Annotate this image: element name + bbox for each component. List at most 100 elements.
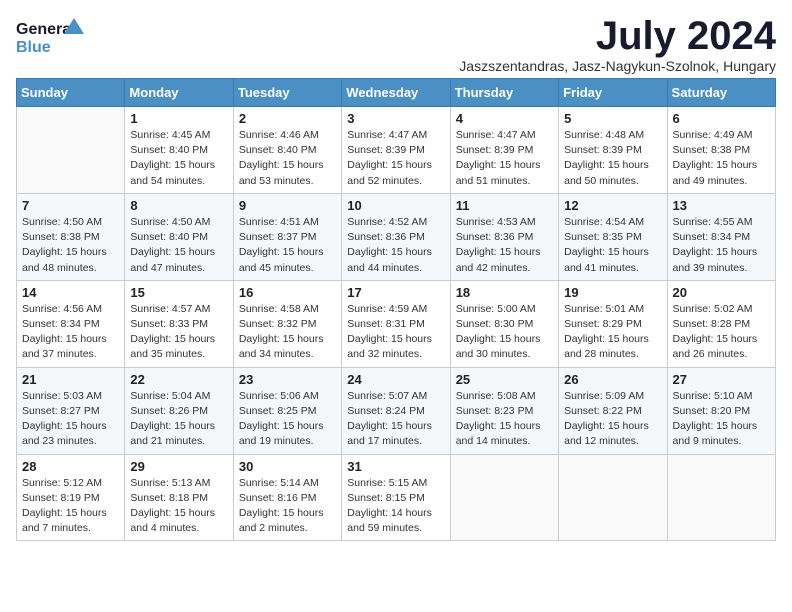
day-number: 17 — [347, 285, 444, 300]
sunset-text: Sunset: 8:40 PM — [130, 230, 227, 245]
day-number: 8 — [130, 198, 227, 213]
day-info: Sunrise: 5:07 AMSunset: 8:24 PMDaylight:… — [347, 389, 444, 450]
day-info: Sunrise: 4:51 AMSunset: 8:37 PMDaylight:… — [239, 215, 336, 276]
sunset-text: Sunset: 8:31 PM — [347, 317, 444, 332]
daylight-text: Daylight: 15 hours and 19 minutes. — [239, 419, 336, 449]
day-info: Sunrise: 4:58 AMSunset: 8:32 PMDaylight:… — [239, 302, 336, 363]
col-header-saturday: Saturday — [667, 79, 775, 107]
day-cell — [450, 454, 558, 541]
day-cell: 4Sunrise: 4:47 AMSunset: 8:39 PMDaylight… — [450, 107, 558, 194]
day-cell: 10Sunrise: 4:52 AMSunset: 8:36 PMDayligh… — [342, 193, 450, 280]
day-cell: 17 Sunrise: 4:59 AMSunset: 8:31 PMDayligh… — [342, 280, 450, 367]
sunrise-text: Sunrise: 5:10 AM — [673, 389, 770, 404]
daylight-text: Daylight: 15 hours and 17 minutes. — [347, 419, 444, 449]
calendar-table: SundayMondayTuesdayWednesdayThursdayFrid… — [16, 78, 776, 541]
col-header-tuesday: Tuesday — [233, 79, 341, 107]
day-cell: 25Sunrise: 5:08 AMSunset: 8:23 PMDayligh… — [450, 367, 558, 454]
svg-text:General: General — [16, 21, 76, 38]
daylight-text: Daylight: 15 hours and 51 minutes. — [456, 158, 553, 188]
day-cell: 3Sunrise: 4:47 AMSunset: 8:39 PMDaylight… — [342, 107, 450, 194]
sunrise-text: Sunrise: 5:08 AM — [456, 389, 553, 404]
logo-svg: GeneralBlue — [16, 16, 86, 58]
day-info: Sunrise: 4:52 AMSunset: 8:36 PMDaylight:… — [347, 215, 444, 276]
sunset-text: Sunset: 8:27 PM — [22, 404, 119, 419]
day-info: Sunrise: 4:54 AMSunset: 8:35 PMDaylight:… — [564, 215, 661, 276]
col-header-monday: Monday — [125, 79, 233, 107]
day-cell: 6Sunrise: 4:49 AMSunset: 8:38 PMDaylight… — [667, 107, 775, 194]
day-info: Sunrise: 4:59 AMSunset: 8:31 PMDaylight:… — [347, 302, 444, 363]
day-info: Sunrise: 4:56 AMSunset: 8:34 PMDaylight:… — [22, 302, 119, 363]
day-cell: 16 Sunrise: 4:58 AMSunset: 8:32 PMDayligh… — [233, 280, 341, 367]
day-info: Sunrise: 5:02 AMSunset: 8:28 PMDaylight:… — [673, 302, 770, 363]
sunrise-text: Sunrise: 4:50 AM — [130, 215, 227, 230]
day-cell — [17, 107, 125, 194]
day-info: Sunrise: 4:50 AMSunset: 8:38 PMDaylight:… — [22, 215, 119, 276]
sunrise-text: Sunrise: 5:03 AM — [22, 389, 119, 404]
day-info: Sunrise: 5:04 AMSunset: 8:26 PMDaylight:… — [130, 389, 227, 450]
day-info: Sunrise: 4:47 AMSunset: 8:39 PMDaylight:… — [347, 128, 444, 189]
sunset-text: Sunset: 8:20 PM — [673, 404, 770, 419]
sunrise-text: Sunrise: 4:51 AM — [239, 215, 336, 230]
sunrise-text: Sunrise: 4:46 AM — [239, 128, 336, 143]
day-number: 1 — [130, 111, 227, 126]
week-row-2: 7Sunrise: 4:50 AMSunset: 8:38 PMDaylight… — [17, 193, 776, 280]
daylight-text: Daylight: 15 hours and 2 minutes. — [239, 506, 336, 536]
day-info: Sunrise: 5:09 AMSunset: 8:22 PMDaylight:… — [564, 389, 661, 450]
day-number: 13 — [673, 198, 770, 213]
sunset-text: Sunset: 8:40 PM — [130, 143, 227, 158]
week-row-4: 21Sunrise: 5:03 AMSunset: 8:27 PMDayligh… — [17, 367, 776, 454]
day-number: 15 — [130, 285, 227, 300]
sunset-text: Sunset: 8:36 PM — [347, 230, 444, 245]
day-number: 22 — [130, 372, 227, 387]
day-number: 16 — [239, 285, 336, 300]
sunrise-text: Sunrise: 4:47 AM — [456, 128, 553, 143]
day-info: Sunrise: 5:01 AMSunset: 8:29 PMDaylight:… — [564, 302, 661, 363]
day-cell: 24Sunrise: 5:07 AMSunset: 8:24 PMDayligh… — [342, 367, 450, 454]
daylight-text: Daylight: 15 hours and 34 minutes. — [239, 332, 336, 362]
sunset-text: Sunset: 8:38 PM — [673, 143, 770, 158]
sunrise-text: Sunrise: 4:49 AM — [673, 128, 770, 143]
title-block: July 2024 Jaszszentandras, Jasz-Nagykun-… — [459, 16, 776, 74]
daylight-text: Daylight: 15 hours and 47 minutes. — [130, 245, 227, 275]
day-cell: 15Sunrise: 4:57 AMSunset: 8:33 PMDayligh… — [125, 280, 233, 367]
day-info: Sunrise: 4:50 AMSunset: 8:40 PMDaylight:… — [130, 215, 227, 276]
daylight-text: Daylight: 15 hours and 23 minutes. — [22, 419, 119, 449]
sunrise-text: Sunrise: 4:58 AM — [239, 302, 336, 317]
week-row-5: 28 Sunrise: 5:12 AMSunset: 8:19 PMDayligh… — [17, 454, 776, 541]
day-cell: 21Sunrise: 5:03 AMSunset: 8:27 PMDayligh… — [17, 367, 125, 454]
sunset-text: Sunset: 8:15 PM — [347, 491, 444, 506]
sunrise-text: Sunrise: 4:47 AM — [347, 128, 444, 143]
daylight-text: Daylight: 15 hours and 54 minutes. — [130, 158, 227, 188]
daylight-text: Daylight: 15 hours and 12 minutes. — [564, 419, 661, 449]
sunset-text: Sunset: 8:35 PM — [564, 230, 661, 245]
daylight-text: Daylight: 15 hours and 53 minutes. — [239, 158, 336, 188]
day-info: Sunrise: 5:13 AMSunset: 8:18 PMDaylight:… — [130, 476, 227, 537]
day-cell: 29Sunrise: 5:13 AMSunset: 8:18 PMDayligh… — [125, 454, 233, 541]
sunset-text: Sunset: 8:25 PM — [239, 404, 336, 419]
sunrise-text: Sunrise: 5:14 AM — [239, 476, 336, 491]
sunrise-text: Sunrise: 4:57 AM — [130, 302, 227, 317]
sunrise-text: Sunrise: 4:45 AM — [130, 128, 227, 143]
daylight-text: Daylight: 15 hours and 52 minutes. — [347, 158, 444, 188]
sunset-text: Sunset: 8:23 PM — [456, 404, 553, 419]
day-number: 28 — [22, 459, 119, 474]
sunrise-text: Sunrise: 4:56 AM — [22, 302, 119, 317]
location-title: Jaszszentandras, Jasz-Nagykun-Szolnok, H… — [459, 58, 776, 74]
sunset-text: Sunset: 8:39 PM — [347, 143, 444, 158]
day-number: 9 — [239, 198, 336, 213]
day-number: 12 — [564, 198, 661, 213]
day-info: Sunrise: 5:00 AMSunset: 8:30 PMDaylight:… — [456, 302, 553, 363]
day-info: Sunrise: 5:12 AMSunset: 8:19 PMDaylight:… — [22, 476, 119, 537]
day-info: Sunrise: 4:55 AMSunset: 8:34 PMDaylight:… — [673, 215, 770, 276]
logo: GeneralBlue — [16, 16, 86, 58]
day-number: 30 — [239, 459, 336, 474]
day-cell: 11Sunrise: 4:53 AMSunset: 8:36 PMDayligh… — [450, 193, 558, 280]
day-cell: 19Sunrise: 5:01 AMSunset: 8:29 PMDayligh… — [559, 280, 667, 367]
sunset-text: Sunset: 8:24 PM — [347, 404, 444, 419]
sunset-text: Sunset: 8:36 PM — [456, 230, 553, 245]
day-cell: 5Sunrise: 4:48 AMSunset: 8:39 PMDaylight… — [559, 107, 667, 194]
day-cell: 2Sunrise: 4:46 AMSunset: 8:40 PMDaylight… — [233, 107, 341, 194]
sunset-text: Sunset: 8:38 PM — [22, 230, 119, 245]
day-number: 14 — [22, 285, 119, 300]
sunrise-text: Sunrise: 5:01 AM — [564, 302, 661, 317]
